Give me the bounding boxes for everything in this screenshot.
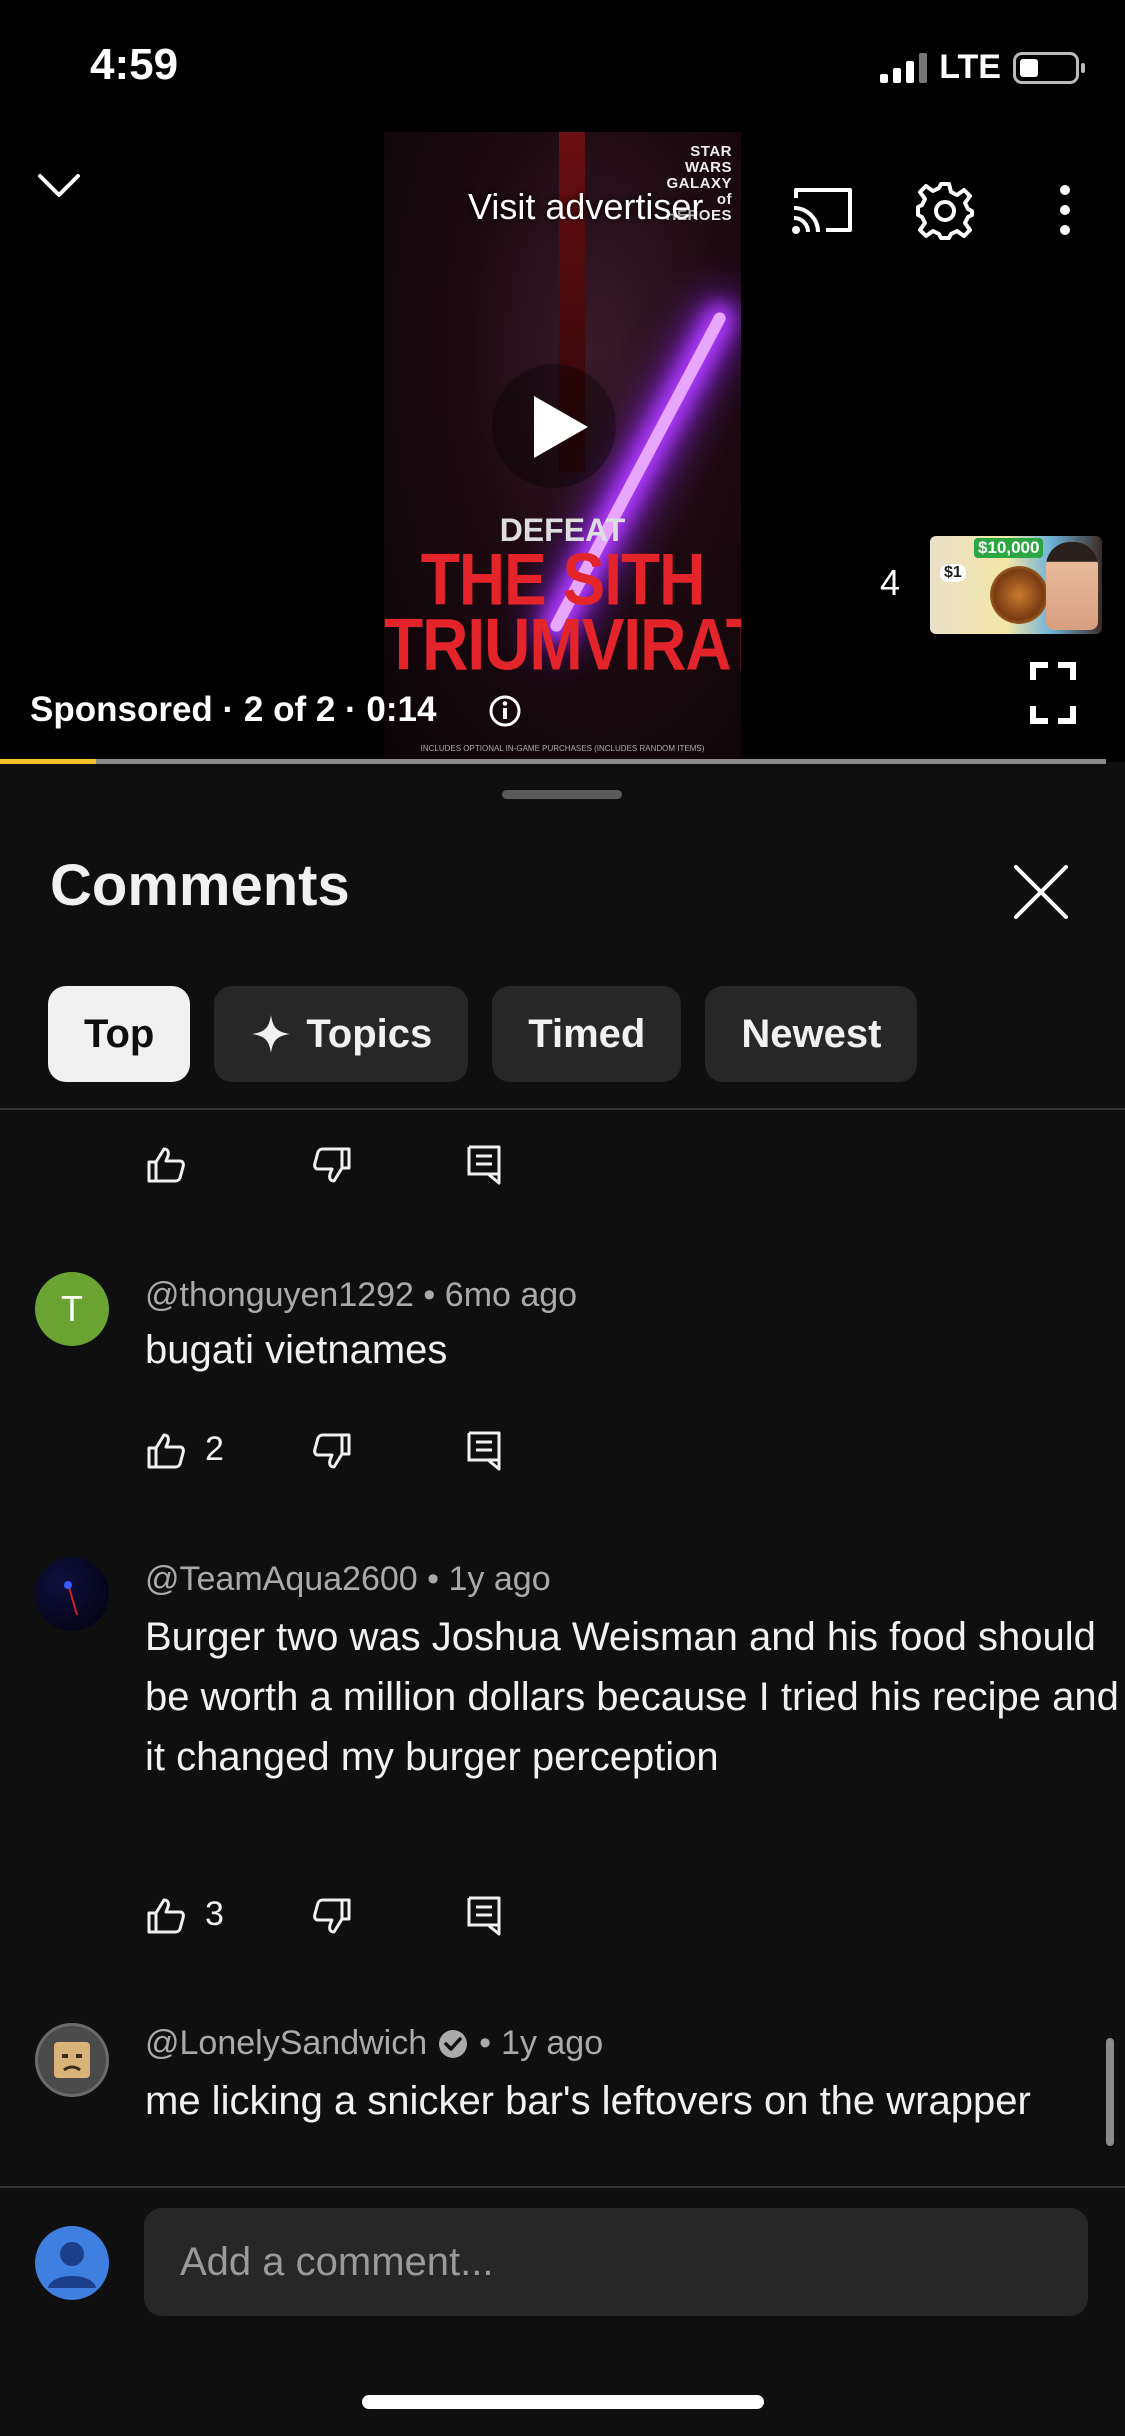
comment-time: 1y ago — [501, 2024, 604, 2062]
thumbs-up-icon[interactable] — [146, 1897, 186, 1940]
user-avatar-icon — [35, 2226, 109, 2300]
battery-icon — [1013, 51, 1085, 84]
avatar[interactable]: T — [35, 1272, 109, 1346]
progress-fill — [0, 759, 97, 764]
thumb-price-low: $1 — [940, 564, 966, 582]
scrollbar[interactable] — [1106, 2038, 1114, 2146]
status-time: 4:59 — [90, 40, 179, 89]
like-count: 2 — [205, 1430, 224, 1468]
verified-icon — [439, 2029, 468, 2058]
like-count: 3 — [205, 1895, 224, 1933]
info-icon[interactable] — [488, 694, 522, 733]
meta-separator: • — [427, 1560, 449, 1598]
comment-text: Burger two was Joshua Weisman and his fo… — [145, 1615, 1119, 1779]
signal-icon — [880, 52, 928, 83]
comment-meta: @thonguyen1292 • 6mo ago — [145, 1276, 577, 1315]
reply-icon[interactable] — [466, 1895, 502, 1942]
avatar[interactable] — [35, 1557, 109, 1631]
ad-fine-print: INCLUDES OPTIONAL IN-GAME PURCHASES (INC… — [420, 744, 705, 753]
thumb-price-high: $10,000 — [974, 538, 1044, 558]
play-icon — [534, 396, 588, 458]
comments-title: Comments — [50, 853, 350, 918]
reply-icon[interactable] — [466, 1430, 502, 1477]
comment-time: 1y ago — [448, 1560, 551, 1598]
ad-headline-line3: TRIUMVIRATE — [384, 602, 741, 686]
sponsored-label: Sponsored · 2 of 2 · 0:14 — [30, 690, 437, 729]
comment-time: 6mo ago — [444, 1276, 578, 1314]
comment-author[interactable]: @thonguyen1292 — [145, 1276, 414, 1314]
meta-separator: • — [479, 2024, 492, 2062]
thumbs-up-icon[interactable] — [146, 1432, 186, 1475]
thumbs-down-icon[interactable] — [312, 1897, 352, 1940]
chip-topics[interactable]: Topics — [214, 986, 469, 1082]
meta-separator: • — [423, 1276, 445, 1314]
comment-input[interactable] — [144, 2208, 1088, 2316]
avatar[interactable] — [35, 2023, 109, 2097]
thumbs-down-icon[interactable] — [312, 1432, 352, 1475]
divider — [0, 1108, 1125, 1110]
comment-meta: @TeamAqua2600 • 1y ago — [145, 1560, 551, 1599]
comment-author[interactable]: @LonelySandwich — [145, 2024, 427, 2063]
comment-actions: 3 — [0, 1893, 1125, 1943]
chip-newest[interactable]: Newest — [705, 986, 918, 1082]
more-vertical-icon[interactable] — [1050, 180, 1080, 245]
reply-icon[interactable] — [466, 1144, 502, 1191]
network-type: LTE — [939, 48, 1001, 86]
comment-author[interactable]: @TeamAqua2600 — [145, 1560, 418, 1598]
fullscreen-icon[interactable] — [1030, 662, 1076, 729]
cast-icon[interactable] — [790, 184, 856, 241]
chevron-down-icon[interactable] — [36, 170, 82, 205]
sheet-drag-handle[interactable] — [502, 790, 622, 799]
chip-top[interactable]: Top — [48, 986, 191, 1082]
chip-timed[interactable]: Timed — [492, 986, 682, 1082]
ad-creative[interactable]: STAR WARS GALAXY of HEROES Visit adverti… — [384, 132, 741, 762]
thumbs-up-icon[interactable] — [146, 1146, 186, 1189]
settings-gear-icon[interactable] — [914, 180, 976, 247]
comment-meta: @LonelySandwich • 1y ago — [145, 2024, 603, 2063]
sort-chips: Top Topics Timed Newest — [48, 986, 918, 1082]
close-icon[interactable] — [1013, 864, 1069, 925]
comment-text: bugati vietnames — [145, 1328, 448, 1372]
up-next-count: 4 — [880, 562, 901, 603]
thumbs-down-icon[interactable] — [312, 1146, 352, 1189]
home-indicator[interactable] — [362, 2395, 764, 2409]
status-indicators: LTE — [880, 48, 1085, 87]
visit-advertiser-link[interactable]: Visit advertiser — [468, 186, 703, 228]
progress-track[interactable] — [0, 759, 1106, 764]
up-next-thumbnail[interactable]: $1 $10,000 — [930, 536, 1102, 634]
comment-text: me licking a snicker bar's leftovers on … — [145, 2079, 1031, 2123]
play-button[interactable] — [492, 364, 616, 488]
comment-actions: 2 — [0, 1428, 1125, 1478]
sparkle-icon — [252, 1015, 291, 1053]
comment-actions-prev — [0, 1140, 1125, 1190]
